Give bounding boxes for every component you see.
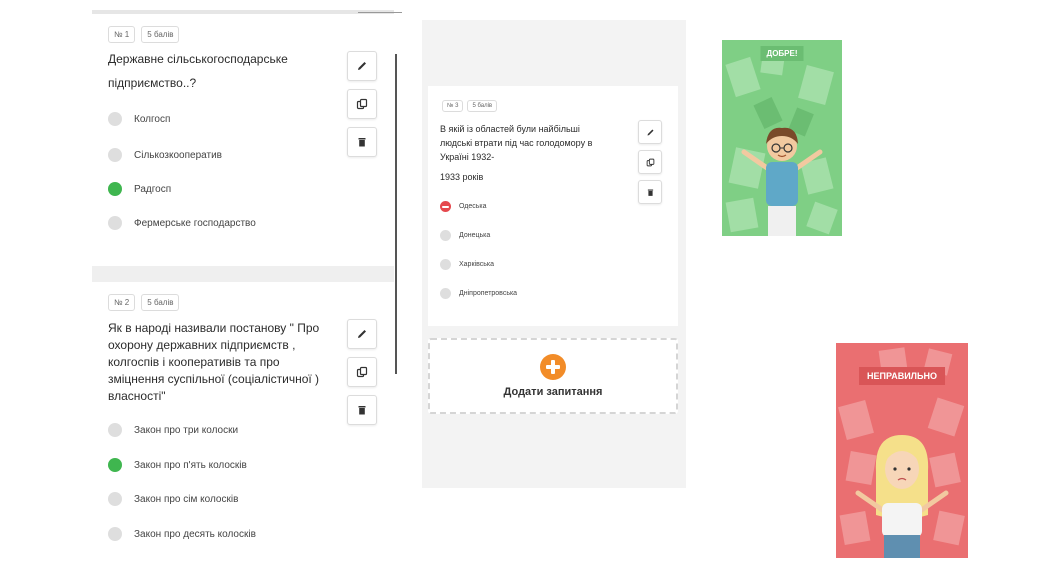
edit-button[interactable] bbox=[347, 319, 377, 349]
delete-button[interactable] bbox=[347, 395, 377, 425]
question-number: № 3 bbox=[442, 100, 464, 112]
pencil-icon bbox=[358, 62, 366, 70]
radio-button-wrong[interactable] bbox=[440, 201, 451, 212]
answer-option[interactable]: Радгосп bbox=[108, 182, 171, 196]
radio-button[interactable] bbox=[440, 288, 451, 299]
option-label: Одеська bbox=[459, 203, 487, 210]
question-text-line: 1933 років bbox=[440, 172, 484, 182]
question-text-line: В якій із областей були найбільші bbox=[440, 124, 580, 134]
answer-option[interactable]: Закон про десять колосків bbox=[108, 527, 256, 541]
question-text-line: людські втрати під час голодомору в bbox=[440, 138, 593, 148]
option-label: Дніпропетровська bbox=[459, 290, 518, 297]
answer-option[interactable]: Закон про сім колосків bbox=[108, 492, 238, 506]
question-text-line: Як в народі називали постанову " Про bbox=[108, 321, 320, 335]
feedback-card-correct: ДОБРЕ! bbox=[722, 40, 842, 236]
answer-option[interactable]: Закон про три колоски bbox=[108, 423, 238, 437]
question-points: 5 балів bbox=[141, 26, 180, 43]
radio-button-correct[interactable] bbox=[108, 458, 122, 472]
option-label: Сількозкооператив bbox=[134, 149, 222, 161]
question-points: 5 балів bbox=[141, 294, 180, 311]
option-label: Харківська bbox=[459, 261, 494, 268]
option-label: Фермерське господарство bbox=[134, 217, 256, 229]
trash-icon bbox=[358, 138, 366, 147]
radio-button[interactable] bbox=[108, 148, 122, 162]
radio-button[interactable] bbox=[108, 492, 122, 506]
trash-icon bbox=[358, 406, 366, 415]
question-text-line: охорону державних підприємств , bbox=[108, 338, 296, 352]
question-text: Державне сільськогосподарське підприємст… bbox=[108, 47, 338, 95]
option-label: Колгосп bbox=[134, 113, 171, 125]
answer-option[interactable]: Фермерське господарство bbox=[108, 216, 256, 230]
option-label: Донецька bbox=[459, 232, 491, 239]
duplicate-button[interactable] bbox=[347, 89, 377, 119]
question-text-line: Україні 1932- bbox=[440, 152, 495, 162]
option-label: Радгосп bbox=[134, 183, 172, 195]
answer-option[interactable]: Дніпропетровська bbox=[440, 288, 517, 299]
question-tools bbox=[347, 319, 377, 425]
question-meta: № 2 5 балів bbox=[108, 294, 180, 311]
copy-icon bbox=[356, 366, 368, 378]
radio-button[interactable] bbox=[108, 216, 122, 230]
delete-button[interactable] bbox=[638, 180, 662, 204]
option-label: Закон про сім колосків bbox=[134, 493, 239, 505]
scrollbar[interactable] bbox=[395, 54, 397, 374]
feedback-label-wrong: НЕПРАВИЛЬНО bbox=[859, 367, 945, 385]
question-card-2[interactable]: № 2 5 балів Як в народі називали постано… bbox=[92, 282, 394, 562]
question-points: 5 балів bbox=[467, 100, 498, 112]
question-text: В якій із областей були найбільші людськ… bbox=[440, 122, 626, 184]
question-text-line: зміцнення суспільної (соціалістичної ) bbox=[108, 372, 320, 386]
answer-option[interactable]: Одеська bbox=[440, 201, 487, 212]
question-text-line: підприємство..? bbox=[108, 76, 197, 90]
feedback-label-correct: ДОБРЕ! bbox=[760, 46, 804, 61]
question-tools bbox=[638, 120, 662, 204]
question-text-line: Державне сільськогосподарське bbox=[108, 52, 288, 66]
question-meta: № 1 5 балів bbox=[108, 26, 180, 43]
pencil-icon bbox=[647, 129, 653, 135]
question-meta: № 3 5 балів bbox=[442, 100, 498, 112]
duplicate-button[interactable] bbox=[638, 150, 662, 174]
radio-button[interactable] bbox=[440, 230, 451, 241]
option-label: Закон про десять колосків bbox=[134, 528, 256, 540]
add-question-label: Додати запитання bbox=[503, 386, 603, 398]
option-label: Закон про три колоски bbox=[134, 424, 239, 436]
radio-button[interactable] bbox=[108, 112, 122, 126]
answer-option[interactable]: Колгосп bbox=[108, 112, 170, 126]
divider bbox=[358, 12, 402, 13]
question-text: Як в народі називали постанову " Про охо… bbox=[108, 320, 348, 405]
edit-button[interactable] bbox=[638, 120, 662, 144]
answer-option[interactable]: Сількозкооператив bbox=[108, 148, 222, 162]
radio-button[interactable] bbox=[108, 423, 122, 437]
question-number: № 2 bbox=[108, 294, 136, 311]
radio-button[interactable] bbox=[108, 527, 122, 541]
plus-circle-icon bbox=[540, 354, 566, 380]
copy-icon bbox=[356, 98, 368, 110]
copy-icon bbox=[646, 158, 654, 166]
feedback-card-wrong: НЕПРАВИЛЬНО bbox=[836, 343, 968, 558]
question-text-line: колгоспів і кооперативів та про bbox=[108, 355, 280, 369]
answer-option[interactable]: Харківська bbox=[440, 259, 494, 270]
pencil-icon bbox=[358, 330, 366, 338]
option-label: Закон про п'ять колосків bbox=[134, 459, 247, 471]
duplicate-button[interactable] bbox=[347, 357, 377, 387]
question-tools bbox=[347, 51, 377, 157]
answer-option[interactable]: Закон про п'ять колосків bbox=[108, 458, 247, 472]
feedback-illustration-boy bbox=[725, 46, 838, 236]
add-question-button[interactable]: Додати запитання bbox=[428, 338, 678, 414]
question-card-3[interactable]: № 3 5 балів В якій із областей були найб… bbox=[428, 86, 678, 326]
edit-button[interactable] bbox=[347, 51, 377, 81]
question-number: № 1 bbox=[108, 26, 136, 43]
question-card-1[interactable]: № 1 5 балів Державне сільськогосподарськ… bbox=[92, 14, 394, 266]
question-text-line: власності" bbox=[108, 389, 166, 403]
answer-option[interactable]: Донецька bbox=[440, 230, 490, 241]
trash-icon bbox=[647, 189, 653, 196]
radio-button[interactable] bbox=[440, 259, 451, 270]
radio-button-correct[interactable] bbox=[108, 182, 122, 196]
delete-button[interactable] bbox=[347, 127, 377, 157]
